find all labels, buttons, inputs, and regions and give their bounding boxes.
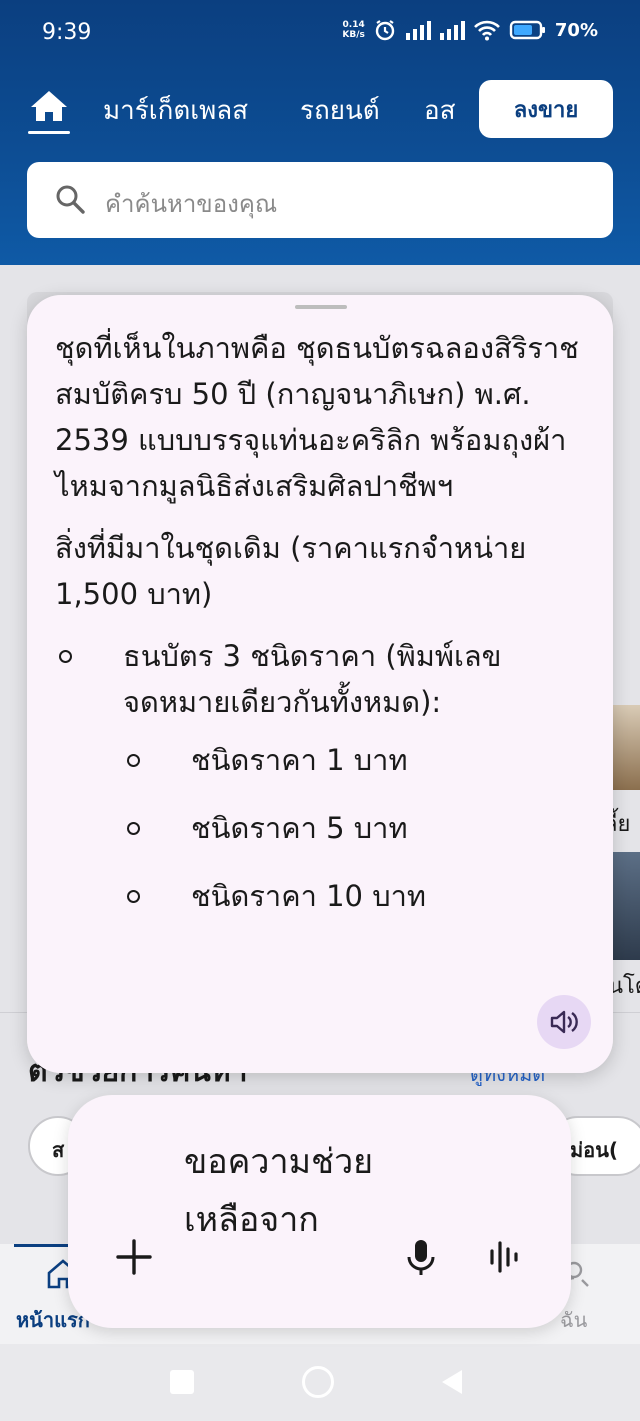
search-icon (56, 185, 85, 214)
bullet-icon (127, 822, 140, 835)
assistant-response-card[interactable]: ชุดที่เห็นในภาพคือ ชุดธนบัตรฉลองสิริราชส… (27, 295, 613, 1073)
tab-marketplace[interactable]: มาร์เก็ตเพลส (103, 90, 248, 131)
signal-icon-2 (439, 21, 465, 40)
wifi-icon (473, 20, 500, 41)
list-item: ธนบัตร 3 ชนิดราคา (พิมพ์เลขจดหมายเดียวกั… (55, 633, 595, 725)
system-nav-bar (0, 1344, 640, 1421)
sub-list: ชนิดราคา 1 บาท ชนิดราคา 5 บาท ชนิดราคา 1… (55, 737, 595, 919)
bullet-icon (127, 754, 140, 767)
home-icon (31, 91, 67, 121)
tab-cars[interactable]: รถยนต์ (300, 90, 380, 131)
sub-item-text: ชนิดราคา 10 บาท (191, 879, 427, 913)
sell-button[interactable]: ลงขาย (479, 80, 613, 138)
battery-icon (509, 20, 545, 40)
plus-icon[interactable] (114, 1237, 154, 1277)
speaker-icon (550, 1010, 578, 1034)
search-placeholder: คำค้นหาของคุณ (105, 190, 278, 218)
search-input[interactable]: คำค้นหาของคุณ (27, 162, 613, 238)
status-time: 9:39 (42, 20, 92, 45)
read-aloud-button[interactable] (537, 995, 591, 1049)
drag-handle[interactable] (295, 305, 347, 309)
bullet-icon (127, 890, 140, 903)
list-item-text: ธนบัตร 3 ชนิดราคา (พิมพ์เลขจดหมายเดียวกั… (123, 639, 502, 719)
active-tab-indicator (28, 131, 70, 134)
sub-list-item: ชนิดราคา 1 บาท (55, 737, 595, 783)
waveform-icon[interactable] (486, 1237, 520, 1277)
battery-percent: 70% (554, 19, 598, 41)
speed-unit: KB/s (342, 30, 365, 40)
speed-value: 0.14 (342, 20, 365, 30)
status-icons: 0.14 KB/s 70% (342, 18, 598, 42)
network-speed: 0.14 KB/s (342, 20, 364, 40)
assistant-input-bar[interactable]: ขอความช่วยเหลือจาก (68, 1095, 571, 1328)
sub-item-text: ชนิดราคา 5 บาท (191, 811, 408, 845)
tab-realestate[interactable]: อส (424, 90, 455, 131)
tab-realestate-clip: อส (418, 78, 456, 138)
app-header: 9:39 0.14 KB/s 70% มาร์เก็ตเพลส รถยนต์ อ… (0, 0, 640, 265)
response-paragraph: ชุดที่เห็นในภาพคือ ชุดธนบัตรฉลองสิริราชส… (55, 331, 579, 503)
signal-icon (405, 21, 431, 40)
assistant-prompt[interactable]: ขอความช่วยเหลือจาก (184, 1133, 384, 1249)
sub-item-text: ชนิดราคา 1 บาท (191, 743, 408, 777)
home-button[interactable] (302, 1366, 334, 1398)
scroll-fade (27, 1003, 613, 1073)
tab-home[interactable] (28, 88, 70, 134)
nav-me[interactable]: ฉัน (560, 1304, 587, 1336)
category-nav: มาร์เก็ตเพลส รถยนต์ อส ลงขาย (0, 78, 640, 138)
status-bar: 9:39 0.14 KB/s 70% (0, 0, 640, 66)
sub-list-item: ชนิดราคา 5 บาท (55, 805, 595, 851)
response-paragraph-2: สิ่งที่มีมาในชุดเดิม (ราคาแรกจำหน่าย 1,5… (55, 531, 527, 611)
alarm-icon (375, 20, 395, 41)
bullet-icon (59, 650, 72, 663)
recents-button[interactable] (170, 1370, 194, 1394)
back-button[interactable] (438, 1368, 464, 1396)
listing-thumbnail-2[interactable] (612, 852, 640, 960)
response-content: ชุดที่เห็นในภาพคือ ชุดธนบัตรฉลองสิริราชส… (55, 325, 595, 941)
sub-list-item: ชนิดราคา 10 บาท (55, 873, 595, 919)
mic-icon[interactable] (404, 1237, 438, 1277)
